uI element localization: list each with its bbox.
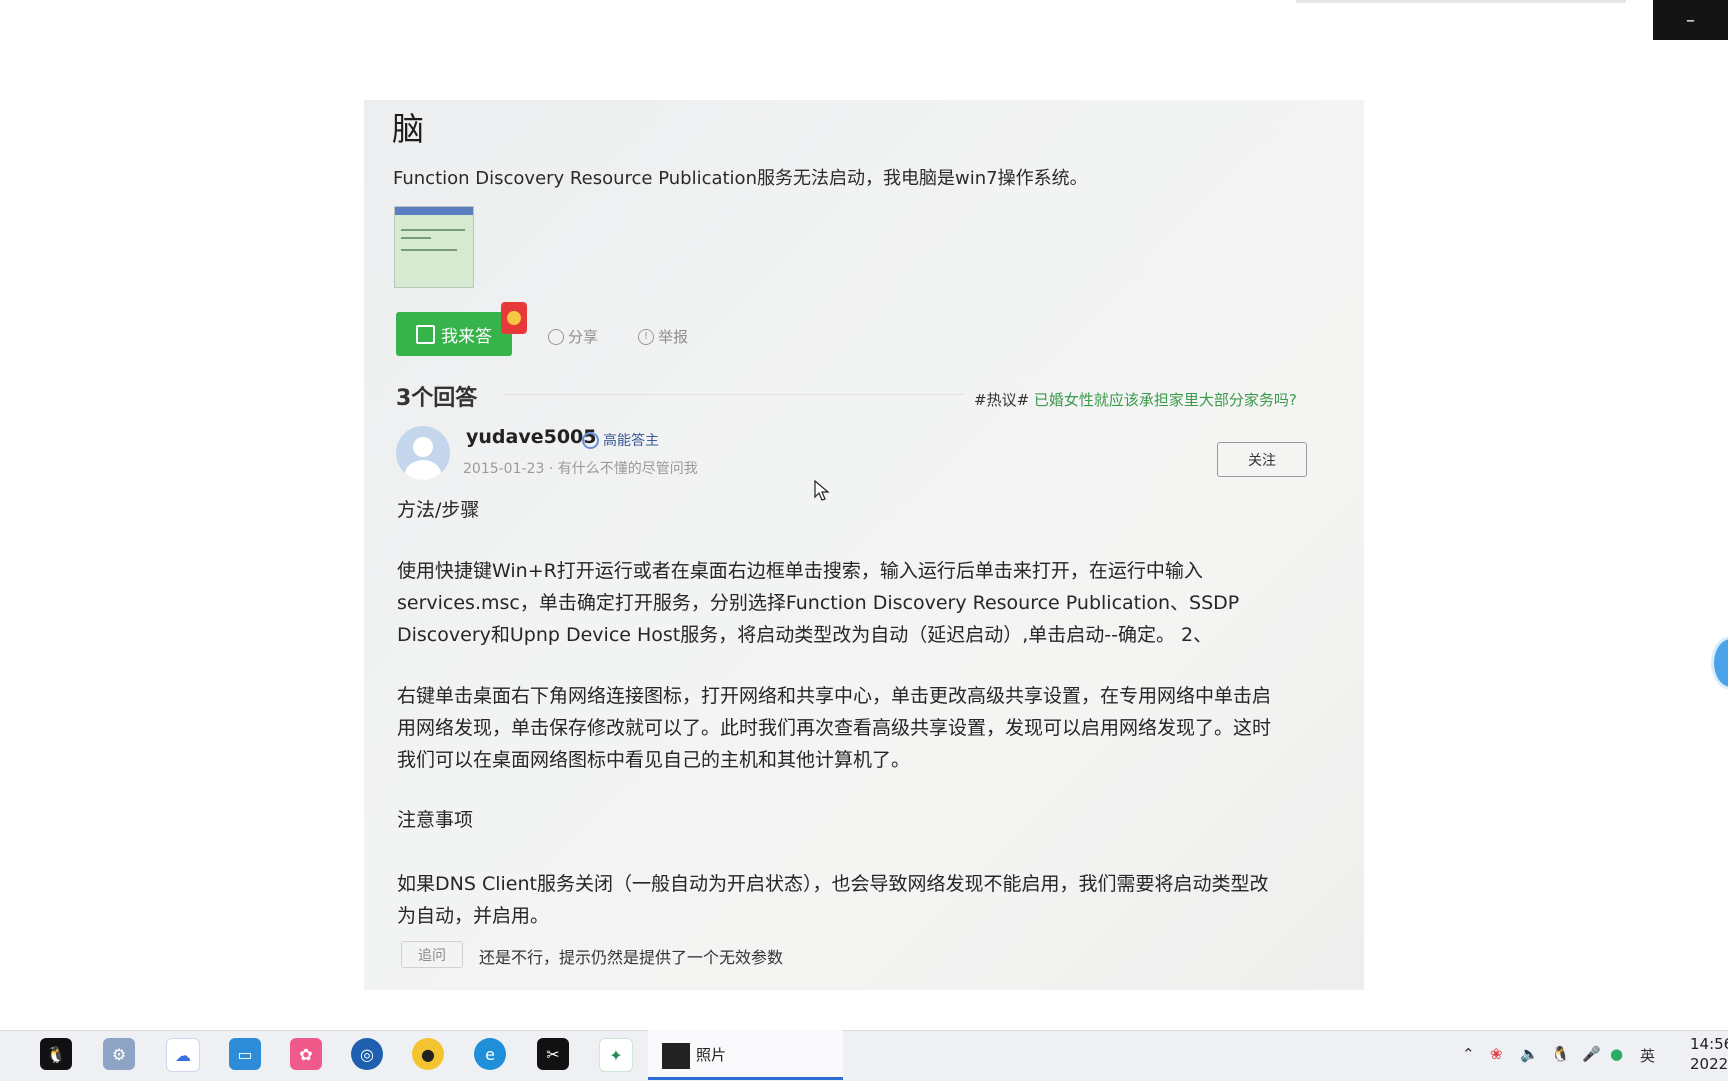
- report-icon: !: [638, 328, 654, 345]
- section-divider: [504, 394, 964, 395]
- badge-label: 高能答主: [603, 433, 659, 449]
- minimize-icon: –: [1686, 9, 1695, 31]
- answer-username[interactable]: yudave5005: [466, 426, 597, 448]
- photo-app-icon[interactable]: ✿: [290, 1038, 322, 1070]
- volume-icon[interactable]: 🔈: [1520, 1045, 1539, 1063]
- clock-time: 14:56: [1690, 1035, 1728, 1053]
- computer-icon[interactable]: ▭: [229, 1038, 261, 1070]
- avatar[interactable]: [396, 426, 450, 480]
- capcut-icon[interactable]: ✂: [537, 1038, 569, 1070]
- share-link[interactable]: 分享: [548, 326, 598, 347]
- wechat-icon[interactable]: ●: [1610, 1045, 1623, 1063]
- edit-icon: [416, 324, 435, 344]
- settings-app-icon[interactable]: ⚙: [103, 1038, 135, 1070]
- edge-icon[interactable]: e: [474, 1038, 506, 1070]
- share-icon: [548, 328, 564, 345]
- answerer-badge: 高能答主: [582, 430, 659, 450]
- browser-icon[interactable]: ◎: [351, 1038, 383, 1070]
- taskbar-photos-label: 照片: [696, 1046, 727, 1064]
- ime-indicator[interactable]: 英: [1640, 1045, 1655, 1066]
- answer-heading: 方法/步骤: [397, 499, 480, 521]
- followup-tag: 追问: [401, 941, 463, 968]
- photos-icon: [662, 1043, 690, 1069]
- answer-paragraph-2: 右键单击桌面右下角网络连接图标，打开网络和共享中心，单击更改高级共享设置，在专用…: [397, 685, 1272, 771]
- clock-date: 2022/3/: [1690, 1055, 1728, 1073]
- answer-button[interactable]: 我来答: [396, 312, 512, 356]
- report-link[interactable]: ! 举报: [638, 326, 688, 347]
- tray-app-icon[interactable]: ❀: [1490, 1045, 1503, 1063]
- tray-chevron-up-icon[interactable]: ⌃: [1462, 1045, 1475, 1063]
- answers-count: 3个回答: [396, 386, 478, 411]
- report-label: 举报: [658, 328, 689, 346]
- hot-topic-title[interactable]: 已婚女性就应该承担家里大部分家务吗?: [1034, 391, 1297, 409]
- answer-meta: 2015-01-23 · 有什么不懂的尽管问我: [463, 461, 698, 477]
- badge-icon: [582, 431, 599, 449]
- question-description: Function Discovery Resource Publication服…: [393, 168, 1088, 189]
- minimize-button[interactable]: –: [1653, 0, 1728, 40]
- microphone-icon[interactable]: 🎤: [1582, 1045, 1601, 1063]
- baidu-netdisk-icon[interactable]: ☁: [166, 1038, 200, 1072]
- taskbar-clock[interactable]: 14:56 2022/3/: [1690, 1034, 1728, 1074]
- hot-topic-tag: #热议#: [974, 391, 1030, 409]
- followup-text: 还是不行，提示仍然是提供了一个无效参数: [479, 948, 784, 967]
- window-top-edge: [1296, 0, 1626, 3]
- hot-topic-link[interactable]: #热议# 已婚女性就应该承担家里大部分家务吗?: [974, 389, 1297, 410]
- answer-button-label: 我来答: [441, 326, 492, 347]
- question-image-thumbnail[interactable]: [394, 206, 474, 288]
- photo-viewer-image: 脑 Function Discovery Resource Publicatio…: [364, 100, 1364, 990]
- share-label: 分享: [568, 328, 599, 346]
- notes-heading: 注意事项: [397, 809, 474, 831]
- notes-paragraph: 如果DNS Client服务关闭（一般自动为开启状态），也会导致网络发现不能启用…: [397, 873, 1269, 927]
- red-packet-icon: [501, 302, 527, 334]
- question-title-fragment: 脑: [392, 110, 425, 148]
- follow-button[interactable]: 关注: [1217, 442, 1307, 477]
- answer-paragraph-1: 使用快捷键Win+R打开运行或者在桌面右边框单击搜索，输入运行后单击来打开，在运…: [397, 560, 1240, 646]
- chrome-icon[interactable]: ●: [412, 1038, 444, 1070]
- tray-qq-icon[interactable]: 🐧: [1551, 1045, 1570, 1063]
- qq-icon[interactable]: 🐧: [40, 1038, 72, 1070]
- side-floating-button[interactable]: [1711, 636, 1728, 690]
- taskbar-photos-app[interactable]: 照片: [648, 1030, 843, 1080]
- app-icon[interactable]: ✦: [599, 1038, 633, 1072]
- mouse-cursor-icon: [814, 480, 830, 501]
